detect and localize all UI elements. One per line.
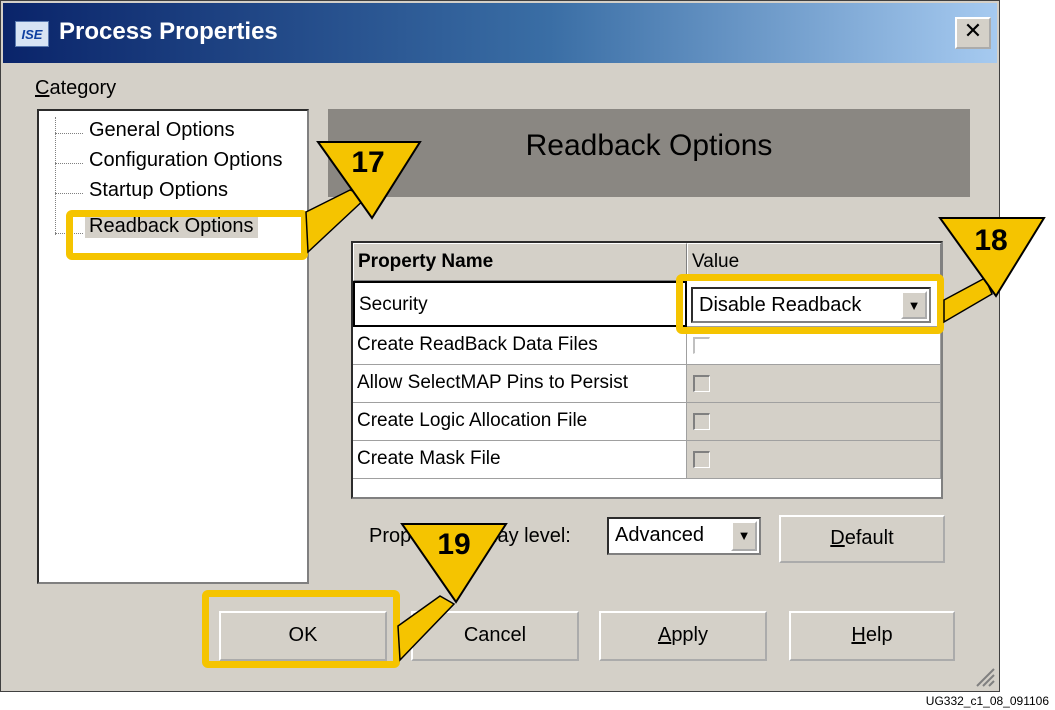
row-name-create-logic-allocation-file: Create Logic Allocation File — [353, 403, 687, 441]
callout-17: 17 — [351, 146, 385, 179]
row-value-create-logic-allocation-file — [687, 403, 941, 441]
figure-caption: UG332_c1_08_091106 — [925, 694, 1049, 708]
help-button[interactable]: Help — [789, 611, 955, 661]
category-label: Category — [35, 77, 117, 99]
tree-connector — [55, 117, 56, 235]
resize-grip-icon[interactable] — [973, 665, 995, 687]
highlight-readback-options — [66, 210, 308, 260]
display-level-value: Advanced — [615, 524, 704, 546]
chevron-down-icon[interactable]: ▼ — [731, 521, 757, 551]
display-level-dropdown[interactable]: Advanced ▼ — [607, 517, 761, 555]
selectmap-pins-checkbox[interactable] — [693, 375, 710, 392]
row-name-create-readback-data-files: Create ReadBack Data Files — [353, 327, 687, 365]
row-name-security[interactable]: Security — [353, 281, 687, 327]
cancel-button[interactable]: Cancel — [411, 611, 579, 661]
tree-item-general-options[interactable]: General Options — [85, 119, 239, 142]
category-tree[interactable]: General Options Configuration Options St… — [37, 109, 309, 584]
row-name-create-mask-file: Create Mask File — [353, 441, 687, 479]
callout-18: 18 — [974, 224, 1008, 257]
callout-19: 19 — [437, 528, 471, 561]
panel-title: Readback Options — [525, 129, 773, 162]
window-title: Process Properties — [59, 18, 278, 45]
logic-allocation-checkbox[interactable] — [693, 413, 710, 430]
close-button[interactable]: ✕ — [955, 17, 991, 49]
row-name-allow-selectmap-pins: Allow SelectMAP Pins to Persist — [353, 365, 687, 403]
default-button[interactable]: Default — [779, 515, 945, 563]
readback-data-files-checkbox[interactable] — [693, 337, 710, 354]
process-properties-dialog: ISE Process Properties ✕ Category Genera… — [0, 0, 1000, 692]
row-value-allow-selectmap-pins — [687, 365, 941, 403]
display-level-label-left: Prop — [369, 525, 412, 547]
display-level-label-right: lay level: — [493, 525, 571, 547]
header-property-name: Property Name — [353, 243, 687, 281]
mask-file-checkbox[interactable] — [693, 451, 710, 468]
row-value-create-mask-file — [687, 441, 941, 479]
title-bar[interactable]: ISE Process Properties ✕ — [3, 3, 997, 63]
highlight-ok-button — [202, 590, 400, 668]
tree-item-startup-options[interactable]: Startup Options — [85, 179, 232, 199]
apply-button[interactable]: Apply — [599, 611, 767, 661]
options-header-panel: Readback Options — [328, 109, 970, 197]
ise-app-icon: ISE — [15, 21, 49, 47]
tree-item-configuration-options[interactable]: Configuration Options — [85, 149, 286, 172]
highlight-security-dropdown — [676, 274, 944, 334]
